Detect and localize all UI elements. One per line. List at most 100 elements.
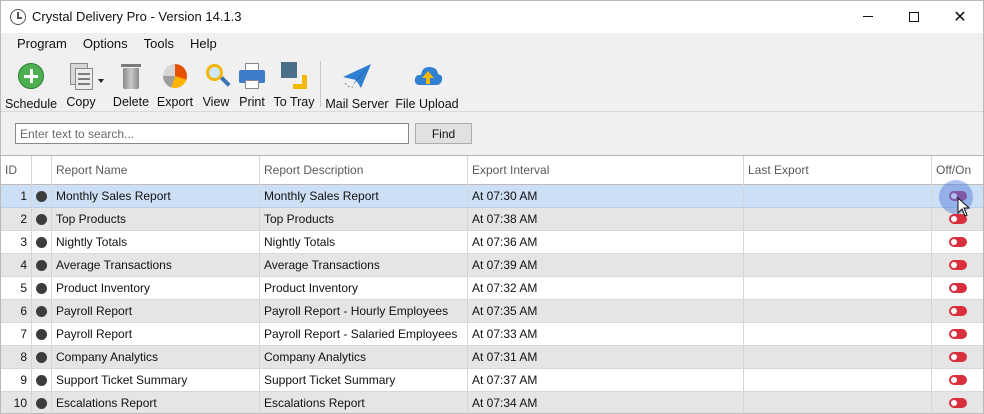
cell-report-description: Product Inventory xyxy=(260,277,468,299)
table-row[interactable]: 8 Company Analytics Company Analytics At 07… xyxy=(1,346,983,369)
cell-last-export xyxy=(744,231,932,253)
cell-report-description: Payroll Report - Salaried Employees xyxy=(260,323,468,345)
copy-label: Copy xyxy=(66,95,96,109)
cell-report-description: Monthly Sales Report xyxy=(260,185,468,207)
table-row[interactable]: 4 Average Transactions Average Transaction… xyxy=(1,254,983,277)
to-tray-icon xyxy=(279,61,309,89)
cell-report-description: Payroll Report - Hourly Employees xyxy=(260,300,468,322)
app-window: Crystal Delivery Pro - Version 14.1.3 ✕ … xyxy=(0,0,984,414)
cell-report-description: Escalations Report xyxy=(260,392,468,413)
cell-report-description: Company Analytics xyxy=(260,346,468,368)
maximize-button[interactable] xyxy=(891,1,937,32)
cloud-upload-icon xyxy=(412,61,443,91)
title-bar[interactable]: Crystal Delivery Pro - Version 14.1.3 ✕ xyxy=(1,1,983,33)
menu-program[interactable]: Program xyxy=(9,33,75,55)
header-last-export[interactable]: Last Export xyxy=(744,156,932,185)
header-report-name[interactable]: Report Name xyxy=(52,156,260,185)
header-status[interactable] xyxy=(32,156,52,185)
status-dot-icon xyxy=(36,352,47,363)
file-upload-label: File Upload xyxy=(395,97,459,111)
cell-report-name: Product Inventory xyxy=(52,277,260,299)
header-export-interval[interactable]: Export Interval xyxy=(468,156,744,185)
table-row[interactable]: 3 Nightly Totals Nightly Totals At 07:36 AM xyxy=(1,231,983,254)
cell-report-description: Nightly Totals xyxy=(260,231,468,253)
cell-id: 7 xyxy=(1,323,32,345)
cell-export-interval: At 07:38 AM xyxy=(468,208,744,230)
off-on-toggle[interactable] xyxy=(949,329,967,339)
copy-dropdown-caret-icon[interactable] xyxy=(98,79,104,83)
menu-help[interactable]: Help xyxy=(182,33,225,55)
schedule-label: Schedule xyxy=(4,97,58,111)
status-dot-icon xyxy=(36,283,47,294)
cell-export-interval: At 07:33 AM xyxy=(468,323,744,345)
mail-server-button[interactable]: Mail Server xyxy=(325,59,389,111)
off-on-toggle[interactable] xyxy=(949,306,967,316)
cell-export-interval: At 07:37 AM xyxy=(468,369,744,391)
cell-id: 2 xyxy=(1,208,32,230)
cell-id: 3 xyxy=(1,231,32,253)
cell-id: 10 xyxy=(1,392,32,413)
table-row[interactable]: 7 Payroll Report Payroll Report - Salaried… xyxy=(1,323,983,346)
table-row[interactable]: 6 Payroll Report Payroll Report - Hourly E… xyxy=(1,300,983,323)
mouse-pointer-icon xyxy=(957,197,971,217)
cell-id: 1 xyxy=(1,185,32,207)
table-row[interactable]: 1 Monthly Sales Report Monthly Sales Repor… xyxy=(1,185,983,208)
mail-server-label: Mail Server xyxy=(325,97,389,111)
window-title: Crystal Delivery Pro - Version 14.1.3 xyxy=(32,9,242,24)
cell-report-name: Support Ticket Summary xyxy=(52,369,260,391)
menu-tools[interactable]: Tools xyxy=(136,33,182,55)
copy-button[interactable]: Copy xyxy=(63,59,99,109)
off-on-toggle[interactable] xyxy=(949,237,967,247)
close-button[interactable]: ✕ xyxy=(937,1,983,32)
cell-id: 8 xyxy=(1,346,32,368)
cell-export-interval: At 07:30 AM xyxy=(468,185,744,207)
cell-last-export xyxy=(744,277,932,299)
paper-plane-icon xyxy=(341,61,373,91)
table-row[interactable]: 2 Top Products Top Products At 07:38 AM xyxy=(1,208,983,231)
cell-export-interval: At 07:39 AM xyxy=(468,254,744,276)
cell-report-name: Company Analytics xyxy=(52,346,260,368)
table-row[interactable]: 9 Support Ticket Summary Support Ticket Su… xyxy=(1,369,983,392)
to-tray-button[interactable]: To Tray xyxy=(274,59,315,109)
cell-report-name: Payroll Report xyxy=(52,323,260,345)
off-on-toggle[interactable] xyxy=(949,260,967,270)
off-on-toggle[interactable] xyxy=(949,283,967,293)
view-button[interactable]: View xyxy=(200,59,232,109)
minimize-button[interactable] xyxy=(845,1,891,32)
cell-id: 9 xyxy=(1,369,32,391)
off-on-toggle[interactable] xyxy=(949,352,967,362)
export-button[interactable]: Export xyxy=(156,59,194,109)
table-row[interactable]: 10 Escalations Report Escalations Report At… xyxy=(1,392,983,413)
off-on-toggle[interactable] xyxy=(949,398,967,408)
reports-grid: ID Report Name Report Description Export… xyxy=(1,155,983,413)
header-id[interactable]: ID xyxy=(1,156,32,185)
delete-button[interactable]: Delete xyxy=(112,59,150,109)
table-row[interactable]: 5 Product Inventory Product Inventory At 07… xyxy=(1,277,983,300)
find-button[interactable]: Find xyxy=(415,123,472,144)
header-report-description[interactable]: Report Description xyxy=(260,156,468,185)
cell-last-export xyxy=(744,208,932,230)
print-button[interactable]: Print xyxy=(236,59,268,109)
file-upload-button[interactable]: File Upload xyxy=(395,59,459,111)
minimize-icon xyxy=(863,16,873,17)
schedule-button[interactable]: Schedule xyxy=(4,59,58,111)
cell-export-interval: At 07:34 AM xyxy=(468,392,744,413)
cell-report-description: Top Products xyxy=(260,208,468,230)
off-on-toggle[interactable] xyxy=(949,375,967,385)
cell-last-export xyxy=(744,323,932,345)
magnifier-icon xyxy=(201,61,231,89)
plus-circle-icon xyxy=(16,61,46,91)
cell-report-name: Escalations Report xyxy=(52,392,260,413)
toolbar: Schedule Copy Delete Export View Print T… xyxy=(1,55,983,111)
status-dot-icon xyxy=(36,237,47,248)
printer-icon xyxy=(237,61,267,89)
maximize-icon xyxy=(909,11,919,22)
search-input[interactable] xyxy=(15,123,409,144)
print-label: Print xyxy=(239,95,265,109)
search-bar: Find xyxy=(1,111,983,155)
trash-icon xyxy=(116,61,146,89)
menu-options[interactable]: Options xyxy=(75,33,136,55)
status-dot-icon xyxy=(36,329,47,340)
cell-report-description: Support Ticket Summary xyxy=(260,369,468,391)
clock-icon xyxy=(10,9,26,25)
